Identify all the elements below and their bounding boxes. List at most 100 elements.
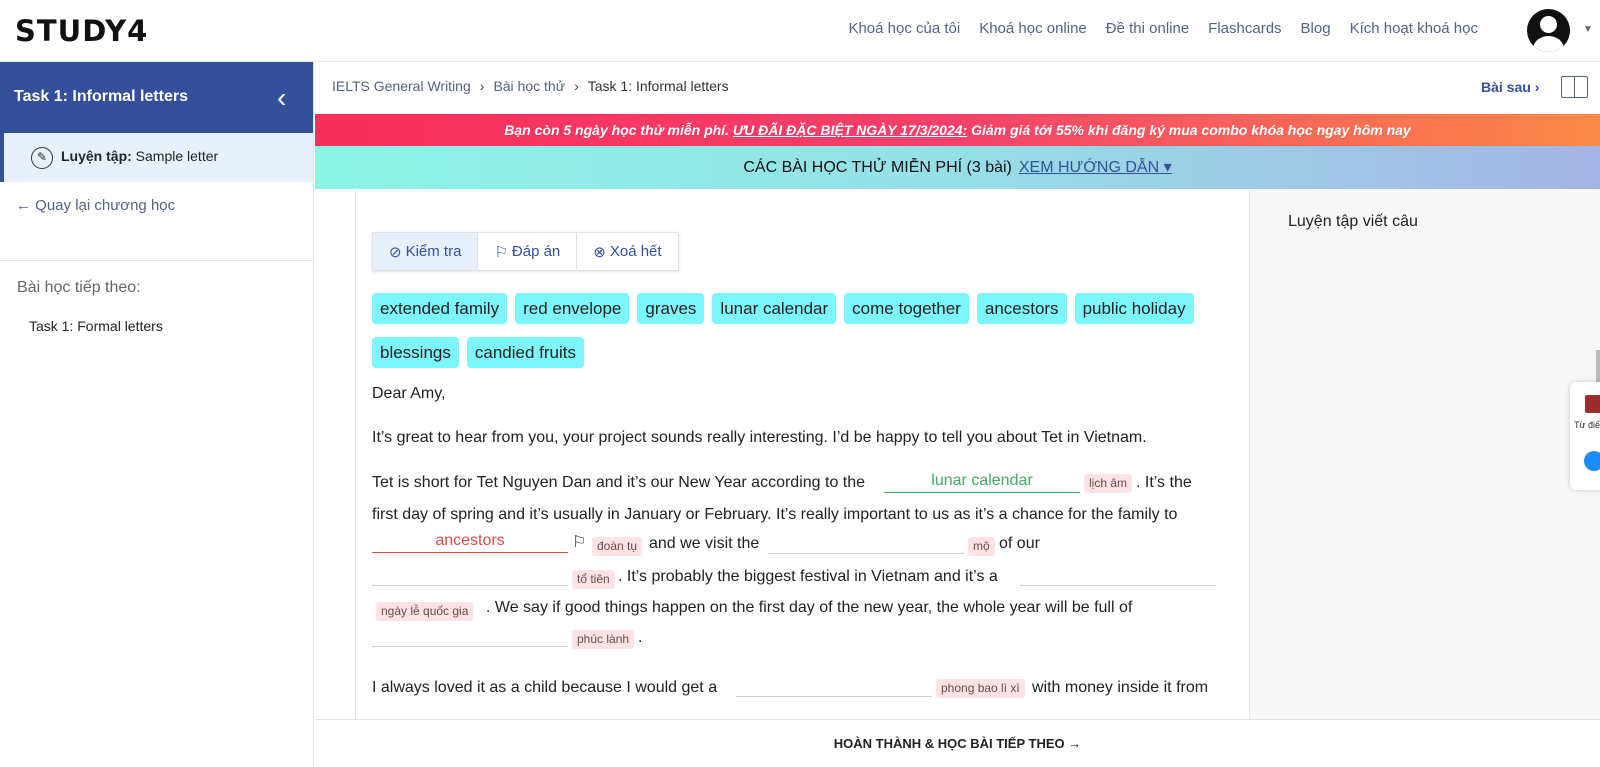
hint-badge: phong bao lì xì	[936, 679, 1025, 698]
practice-title: Sample letter	[135, 148, 219, 164]
lesson-sidebar: Task 1: Informal letters ‹ ✎ Luyện tập: …	[0, 62, 314, 766]
check-button[interactable]: ⊘ Kiểm tra	[373, 233, 479, 270]
letter-paragraph: It’s great to hear from you, your projec…	[372, 429, 1147, 446]
word-chip[interactable]: graves	[637, 293, 705, 324]
practice-type: Luyện tập:	[61, 148, 132, 164]
sentence-practice-panel: Luyện tập viết câu	[1250, 189, 1600, 719]
nav-my-courses[interactable]: Khoá học của tôi	[848, 20, 960, 37]
nav-activate-course[interactable]: Kích hoạt khoá học	[1350, 20, 1478, 37]
logo[interactable]: STUDY4	[15, 14, 148, 48]
letter-greeting: Dear Amy,	[372, 385, 446, 402]
check-label: Kiểm tra	[405, 243, 462, 260]
letter-text: I always loved it as a child because I w…	[372, 679, 718, 696]
answer-blank[interactable]	[736, 673, 932, 697]
answer-blank-wrong[interactable]: ancestors	[372, 529, 568, 553]
nav-flashcards[interactable]: Flashcards	[1208, 20, 1281, 37]
promo-highlight: ƯU ĐÃI ĐẶC BIỆT NGÀY 17/3/2024:	[732, 122, 968, 138]
complete-next-button[interactable]: HOÀN THÀNH & HỌC BÀI TIẾP THEO →	[315, 719, 1600, 766]
floating-tools: Từ điển	[1570, 382, 1600, 490]
hint-badge: mộ	[968, 537, 995, 556]
top-navbar: STUDY4 Khoá học của tôi Khoá học online …	[0, 0, 1600, 62]
book-icon[interactable]	[1561, 76, 1588, 98]
clear-label: Xoá hết	[609, 243, 662, 260]
promo-text: Bạn còn 5 ngày học thử miễn phí.	[504, 122, 729, 138]
nav-online-tests[interactable]: Đề thi online	[1106, 20, 1189, 37]
answer-button[interactable]: ⚐ Đáp án	[478, 233, 578, 270]
hint-badge: phúc lành	[572, 630, 635, 649]
letter-text: Tet is short for Tet Nguyen Dan and it’s…	[372, 474, 866, 491]
free-lessons-text: CÁC BÀI HỌC THỬ MIỄN PHÍ (3 bài)	[743, 159, 1012, 176]
next-label: Bài sau	[1481, 79, 1531, 95]
hint-badge: lịch âm	[1084, 474, 1133, 493]
clear-all-button[interactable]: ⊗ Xoá hết	[577, 233, 677, 270]
chevron-left-icon[interactable]: ‹	[277, 82, 286, 114]
word-chip[interactable]: extended family	[372, 293, 508, 324]
letter-text: of our	[999, 535, 1040, 552]
guide-label: XEM HƯỚNG DẪN	[1018, 159, 1160, 176]
answer-blank[interactable]	[768, 530, 964, 554]
hint-badge: ngày lễ quốc gia	[376, 602, 474, 621]
flag-icon[interactable]: ⚐	[572, 532, 586, 552]
letter-text: . It’s probably the biggest festival in …	[618, 568, 998, 585]
next-lesson-link[interactable]: Task 1: Formal letters	[29, 318, 163, 334]
next-lesson-heading: Bài học tiếp theo:	[17, 279, 141, 296]
answer-blank[interactable]	[1020, 562, 1216, 586]
word-chip[interactable]: ancestors	[976, 293, 1067, 324]
answer-blank-correct[interactable]: lunar calendar	[884, 469, 1080, 493]
practice-label: Luyện tập: Sample letter	[61, 148, 218, 164]
caret-down-icon: ▾	[1163, 159, 1172, 176]
word-chip[interactable]: candied fruits	[466, 337, 584, 368]
guide-link[interactable]: XEM HƯỚNG DẪN ▾	[1019, 159, 1172, 176]
x-circle-icon: ⊗	[593, 243, 606, 261]
letter-text: and we visit the	[649, 535, 760, 552]
letter-text: first day of spring and it’s usually in …	[372, 506, 1178, 523]
dictionary-icon[interactable]	[1585, 395, 1600, 413]
panel-title: Luyện tập viết câu	[1288, 213, 1418, 230]
exercise-panel: ⊘ Kiểm tra ⚐ Đáp án ⊗ Xoá hết extended f…	[355, 189, 1250, 719]
dictionary-label: Từ điển	[1574, 420, 1600, 430]
messenger-icon[interactable]	[1584, 451, 1600, 471]
main-nav: Khoá học của tôi Khoá học online Đề thi …	[848, 20, 1478, 37]
user-avatar[interactable]	[1527, 9, 1570, 52]
free-lessons-banner: CÁC BÀI HỌC THỬ MIỄN PHÍ (3 bài) XEM HƯỚN…	[315, 146, 1600, 189]
chevron-down-icon[interactable]: ▼	[1583, 24, 1593, 35]
breadcrumb-course[interactable]: IELTS General Writing	[332, 78, 471, 94]
divider	[0, 260, 314, 261]
breadcrumb-current: Task 1: Informal letters	[587, 78, 729, 94]
word-chip[interactable]: red envelope	[515, 293, 630, 324]
arrow-left-icon: ←	[16, 197, 31, 214]
answer-blank[interactable]	[372, 623, 568, 647]
letter-text: .	[638, 629, 643, 646]
next-lesson-button[interactable]: Bài sau ›	[1481, 79, 1539, 95]
pencil-icon: ✎	[31, 147, 53, 169]
word-chip[interactable]: blessings	[372, 337, 459, 368]
sidebar-title: Task 1: Informal letters	[14, 88, 188, 105]
breadcrumb-trial[interactable]: Bài học thử	[493, 78, 565, 94]
sidebar-item-practice[interactable]: ✎ Luyện tập: Sample letter	[0, 133, 313, 182]
word-chip[interactable]: lunar calendar	[712, 293, 837, 324]
hint-badge: đoàn tụ	[592, 537, 643, 556]
letter-text: . It’s the	[1136, 474, 1192, 491]
letter-text: with money inside it from	[1032, 679, 1209, 696]
chevron-right-icon: ›	[574, 78, 579, 94]
nav-online-courses[interactable]: Khoá học online	[979, 20, 1087, 37]
breadcrumb: IELTS General Writing › Bài học thử › Task 1…	[332, 78, 729, 94]
main-area: IELTS General Writing › Bài học thử › Task 1…	[315, 62, 1600, 766]
answer-blank[interactable]	[372, 562, 568, 586]
back-label: Quay lại chương học	[35, 197, 176, 214]
sidebar-header: Task 1: Informal letters ‹	[0, 62, 313, 133]
arrow-right-icon: →	[1068, 736, 1082, 751]
chevron-right-icon: ›	[479, 78, 485, 94]
promo-offer: Giảm giá tới 55% khi đăng ký mua combo k…	[971, 122, 1411, 138]
promo-banner[interactable]: Bạn còn 5 ngày học thử miễn phí. ƯU ĐÃI …	[315, 114, 1600, 146]
check-circle-icon: ⊘	[389, 243, 402, 261]
back-to-chapter-link[interactable]: ← Quay lại chương học	[16, 197, 175, 214]
flag-icon: ⚐	[494, 243, 508, 261]
word-chip[interactable]: public holiday	[1074, 293, 1194, 324]
word-chip[interactable]: come together	[844, 293, 969, 324]
complete-label: HOÀN THÀNH & HỌC BÀI TIẾP THEO	[833, 736, 1065, 751]
word-bank: extended family red envelope graves luna…	[372, 293, 1222, 368]
exercise-toolbar: ⊘ Kiểm tra ⚐ Đáp án ⊗ Xoá hết	[372, 232, 679, 271]
nav-blog[interactable]: Blog	[1301, 20, 1331, 37]
hint-badge: tổ tiên	[572, 570, 615, 589]
